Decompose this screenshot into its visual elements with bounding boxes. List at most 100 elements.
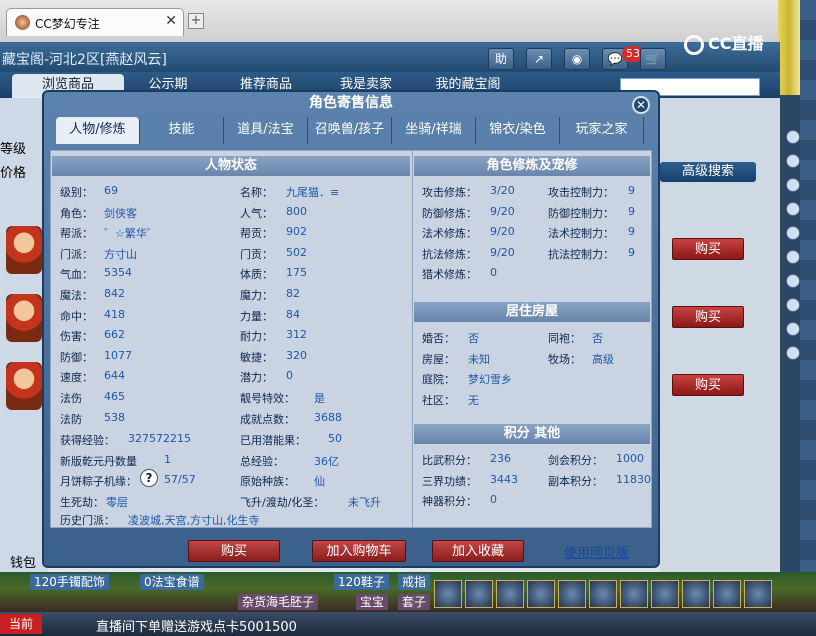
help-button[interactable]: 助 xyxy=(488,48,514,70)
skill-slot-icon[interactable] xyxy=(713,580,741,608)
status-label: 法伤 xyxy=(60,392,82,405)
info-value: 11830 xyxy=(616,472,651,486)
side-circle-icon[interactable] xyxy=(786,250,800,264)
ticker-item[interactable]: 戒指 xyxy=(398,574,431,590)
status-label: 门派： xyxy=(60,247,93,261)
status-value: 5354 xyxy=(104,266,132,280)
side-circle-icon[interactable] xyxy=(786,154,800,168)
ticker-item[interactable]: 120鞋子 xyxy=(334,574,389,590)
info-value: 否 xyxy=(592,332,603,345)
skill-slot-icon[interactable] xyxy=(558,580,586,608)
info-label: 三界功绩： xyxy=(422,474,477,488)
skill-slot-icon[interactable] xyxy=(744,580,772,608)
status-value: 57/57 xyxy=(164,473,196,487)
skill-slot-icon[interactable] xyxy=(651,580,679,608)
list-buy-button[interactable]: 购买 xyxy=(672,374,744,396)
tab-pets[interactable]: 召唤兽/孩子 xyxy=(308,117,392,144)
info-value: 3/20 xyxy=(490,184,515,197)
current-channel-button[interactable]: 当前 xyxy=(0,614,42,634)
buy-button[interactable]: 购买 xyxy=(188,540,280,562)
avatar[interactable] xyxy=(6,294,42,342)
status-value: 662 xyxy=(104,328,125,342)
side-circle-icon[interactable] xyxy=(786,346,800,360)
info-value: 高级 xyxy=(592,352,614,366)
status-label: 角色： xyxy=(60,206,93,220)
advanced-search-button[interactable]: 高级搜索 xyxy=(660,162,756,182)
status-value: 175 xyxy=(286,266,307,280)
skill-slot-icon[interactable] xyxy=(465,580,493,608)
help-question-icon[interactable]: ? xyxy=(140,469,158,487)
tab-character[interactable]: 人物/修炼 xyxy=(56,117,140,144)
ticker-item[interactable]: 套子 xyxy=(398,594,431,610)
ticker-item[interactable]: 120手镯配饰 xyxy=(30,574,109,590)
close-icon[interactable]: ✕ xyxy=(632,96,650,114)
status-label: 命中： xyxy=(60,309,93,323)
ticker-item[interactable]: 杂货海毛胚子 xyxy=(238,594,319,610)
side-circle-icon[interactable] xyxy=(786,202,800,216)
skill-slot-icon[interactable] xyxy=(434,580,462,608)
tab-outfits[interactable]: 锦衣/染色 xyxy=(476,117,560,144)
side-circle-icon[interactable] xyxy=(786,226,800,240)
tab-title: CC梦幻专注 xyxy=(35,17,100,31)
status-label: 防御： xyxy=(60,350,93,364)
status-label: 名称： xyxy=(240,186,273,199)
record-button[interactable]: ◉ xyxy=(564,48,590,70)
skill-slot-icon[interactable] xyxy=(496,580,524,608)
status-value: 50 xyxy=(328,432,342,445)
info-label: 房屋： xyxy=(422,352,455,366)
web-version-link[interactable]: 使用网页版 xyxy=(564,542,629,561)
section-title-status: 人物状态 xyxy=(52,156,410,176)
status-value: 方寸山 xyxy=(104,247,137,261)
status-label: 已用潜能果： xyxy=(240,434,306,447)
status-value: 327572215 xyxy=(128,432,191,445)
status-label: 新版乾元丹数量 xyxy=(60,454,137,468)
side-circle-icon[interactable] xyxy=(786,322,800,336)
side-circle-icon[interactable] xyxy=(786,298,800,312)
info-label: 婚否： xyxy=(422,332,455,345)
status-value: 644 xyxy=(104,369,125,383)
status-label: 成就点数： xyxy=(240,412,295,426)
share-button[interactable]: ↗ xyxy=(526,48,552,70)
skill-slot-icon[interactable] xyxy=(620,580,648,608)
info-label: 攻击控制力： xyxy=(548,186,614,199)
info-label: 同袍： xyxy=(548,332,581,345)
browser-tab[interactable]: CC梦幻专注 ✕ xyxy=(6,8,184,36)
side-circle-icon[interactable] xyxy=(786,274,800,288)
status-value: 312 xyxy=(286,328,307,342)
tab-mounts[interactable]: 坐骑/祥瑞 xyxy=(392,117,476,144)
status-label: 月饼粽子机缘： xyxy=(60,475,137,489)
ticker-item[interactable]: 0法宝食谱 xyxy=(140,574,204,590)
status-label: 原始种族： xyxy=(240,475,295,489)
info-value: 3443 xyxy=(490,472,518,486)
close-tab-icon[interactable]: ✕ xyxy=(165,13,177,29)
avatar[interactable] xyxy=(6,226,42,274)
tab-items[interactable]: 道具/法宝 xyxy=(224,117,308,144)
add-to-cart-button[interactable]: 加入购物车 xyxy=(312,540,406,562)
avatar[interactable] xyxy=(6,362,42,410)
list-buy-button[interactable]: 购买 xyxy=(672,238,744,260)
ticker-item[interactable]: 宝宝 xyxy=(356,594,389,610)
status-label: 帮派： xyxy=(60,227,93,241)
info-value: 9/20 xyxy=(490,225,515,239)
tab-skills[interactable]: 技能 xyxy=(140,117,224,144)
new-tab-button[interactable]: + xyxy=(188,13,204,29)
status-value: 1 xyxy=(164,452,171,466)
info-label: 防御修炼： xyxy=(422,206,477,220)
side-circle-icon[interactable] xyxy=(786,178,800,192)
filter-label-price: 价格 xyxy=(0,166,27,181)
status-label: 靓号特效： xyxy=(240,392,295,405)
skill-slot-icon[interactable] xyxy=(682,580,710,608)
list-buy-button[interactable]: 购买 xyxy=(672,306,744,328)
status-label: 人气： xyxy=(240,206,273,220)
side-circle-icon[interactable] xyxy=(786,130,800,144)
skill-slot-icon[interactable] xyxy=(589,580,617,608)
tab-player-home[interactable]: 玩家之家 xyxy=(560,117,644,144)
status-label: 耐力： xyxy=(240,330,273,344)
cart-button[interactable]: 🛒 xyxy=(640,48,666,70)
add-to-favorites-button[interactable]: 加入收藏 xyxy=(432,540,524,562)
skill-slot-icon[interactable] xyxy=(527,580,555,608)
info-label: 庭院： xyxy=(422,373,455,387)
info-label: 牧场： xyxy=(548,352,581,366)
info-label: 法术修炼： xyxy=(422,227,477,241)
tab-favicon-icon xyxy=(15,15,30,30)
